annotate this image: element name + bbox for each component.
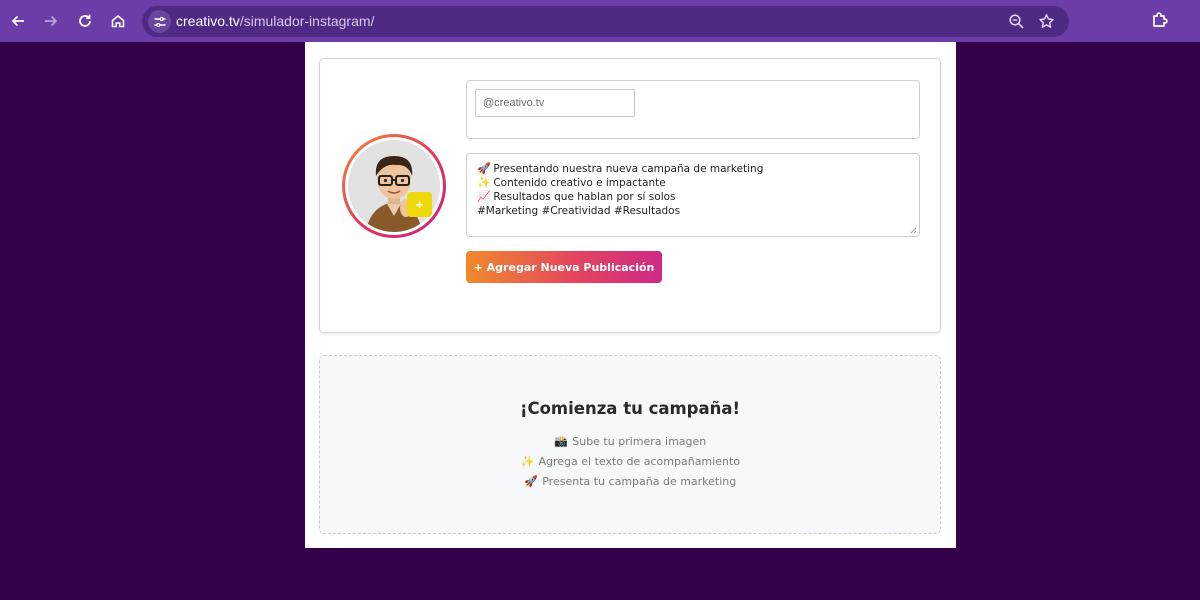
post-composer-card: + 🚀 Presentando nuestra nueva campaña de… xyxy=(319,58,941,333)
profile-avatar[interactable] xyxy=(342,134,446,238)
browser-toolbar: creativo.tv/simulador-instagram/ xyxy=(0,0,1200,42)
empty-state-step: 📸 Sube tu primera imagen xyxy=(554,435,707,448)
resize-handle-icon[interactable] xyxy=(910,227,917,234)
sparkles-icon: ✨ xyxy=(477,176,491,189)
url-domain: creativo.tv xyxy=(176,13,240,29)
caption-textarea[interactable]: 🚀 Presentando nuestra nueva campaña de m… xyxy=(466,153,920,237)
url-text: creativo.tv/simulador-instagram/ xyxy=(176,13,374,29)
username-input[interactable] xyxy=(475,89,635,117)
reload-icon[interactable] xyxy=(73,9,97,33)
rocket-icon: 🚀 xyxy=(477,162,491,175)
avatar-image xyxy=(348,140,440,232)
bookmark-star-icon[interactable] xyxy=(1038,13,1055,30)
sparkles-icon: ✨ xyxy=(520,455,535,468)
empty-state-title: ¡Comienza tu campaña! xyxy=(519,399,741,418)
add-photo-button[interactable]: + xyxy=(407,192,432,217)
empty-state-step: 🚀 Presenta tu campaña de marketing xyxy=(524,475,737,488)
camera-icon: 📸 xyxy=(554,435,569,448)
caption-line: 🚀 Presentando nuestra nueva campaña de m… xyxy=(477,162,764,175)
add-new-post-button[interactable]: + Agregar Nueva Publicación xyxy=(466,251,662,283)
page-canvas: + 🚀 Presentando nuestra nueva campaña de… xyxy=(305,42,956,548)
extensions-puzzle-icon[interactable] xyxy=(1150,10,1170,30)
caption-line: #Marketing #Creatividad #Resultados xyxy=(477,205,681,217)
site-settings-icon[interactable] xyxy=(148,10,171,33)
home-icon[interactable] xyxy=(106,9,130,33)
caption-line: 📈 Resultados que hablan por sí solos xyxy=(477,190,676,203)
address-bar[interactable]: creativo.tv/simulador-instagram/ xyxy=(142,6,1069,37)
zoom-icon[interactable] xyxy=(1008,13,1025,30)
username-panel xyxy=(466,80,920,139)
caption-line: ✨ Contenido creativo e impactante xyxy=(477,176,666,189)
rocket-icon: 🚀 xyxy=(524,475,539,488)
forward-arrow-icon[interactable] xyxy=(39,9,63,33)
empty-state-panel: ¡Comienza tu campaña! 📸 Sube tu primera … xyxy=(319,355,941,534)
url-path: /simulador-instagram/ xyxy=(239,13,375,29)
empty-state-step: ✨ Agrega el texto de acompañamiento xyxy=(520,455,740,468)
back-arrow-icon[interactable] xyxy=(6,9,30,33)
chart-increasing-icon: 📈 xyxy=(477,190,491,203)
